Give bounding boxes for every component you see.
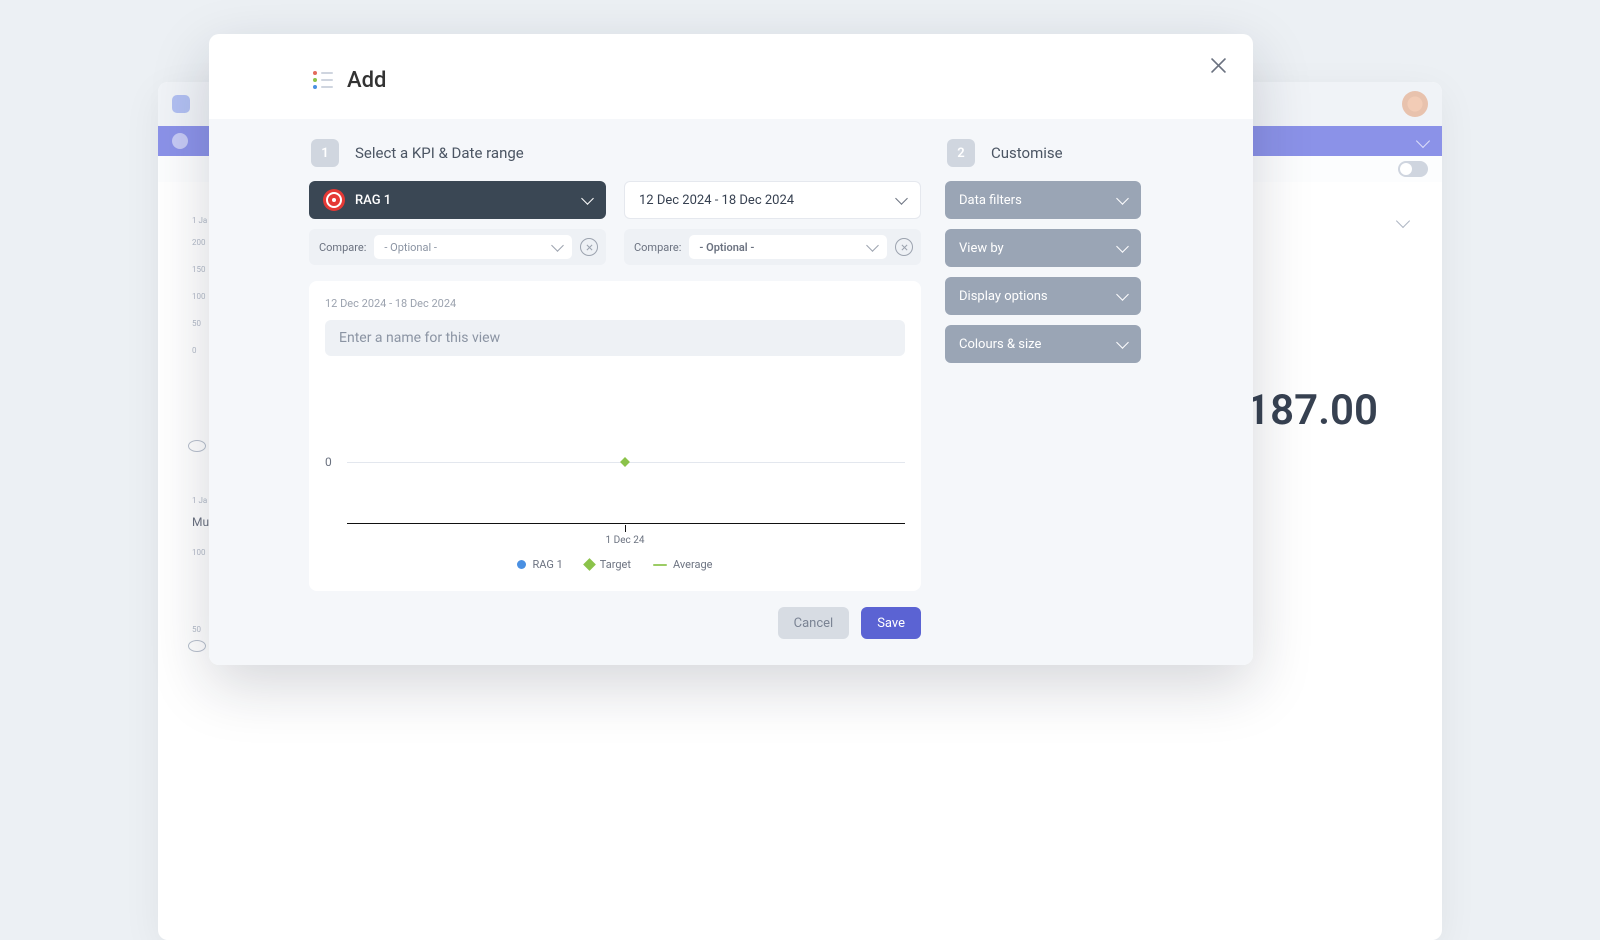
- bg-avatar: [1402, 91, 1428, 117]
- step-1-panel: 1 Select a KPI & Date range RAG 1 Compar…: [309, 129, 921, 639]
- compare-kpi-select[interactable]: - Optional -: [374, 235, 572, 259]
- close-icon: [901, 244, 908, 251]
- gear-icon: [172, 133, 188, 149]
- step-2-label: Customise: [991, 144, 1063, 162]
- date-range-select[interactable]: 12 Dec 2024 - 18 Dec 2024: [624, 181, 921, 219]
- close-icon: [586, 244, 593, 251]
- chevron-down-icon: [1116, 192, 1129, 205]
- list-icon: [313, 72, 333, 90]
- x-tick-label: 1 Dec 24: [606, 535, 645, 546]
- kpi-select[interactable]: RAG 1: [309, 181, 606, 219]
- clear-compare-date-button[interactable]: [895, 238, 913, 256]
- bg-toggle: [1398, 161, 1428, 177]
- chevron-down-icon: [895, 192, 908, 205]
- step-2-badge: 2: [947, 139, 975, 167]
- cancel-button[interactable]: Cancel: [778, 607, 850, 639]
- chevron-down-icon: [1116, 240, 1129, 253]
- add-modal: Add 1 Select a KPI & Date range RAG 1: [209, 34, 1253, 665]
- step-1-label: Select a KPI & Date range: [355, 144, 524, 162]
- save-button[interactable]: Save: [861, 607, 921, 639]
- chart-target-point: [620, 457, 630, 467]
- bg-logo: [172, 95, 190, 113]
- accordion-colours-size[interactable]: Colours & size: [945, 325, 1141, 363]
- compare-kpi-value: - Optional -: [384, 241, 437, 254]
- compare-label: Compare:: [319, 241, 366, 254]
- chart-x-tick: [625, 525, 626, 532]
- chevron-down-icon: [1116, 336, 1129, 349]
- legend-item: RAG 1: [517, 558, 562, 571]
- compare-date-select[interactable]: - Optional -: [689, 235, 887, 259]
- chevron-down-icon: [551, 239, 564, 252]
- chart-x-axis: [347, 523, 905, 524]
- target-icon: [323, 189, 345, 211]
- eye-icon: [188, 440, 206, 452]
- eye-icon: [188, 640, 206, 652]
- modal-title: Add: [347, 68, 386, 93]
- legend-marker-line: [653, 564, 667, 566]
- view-name-input[interactable]: [325, 320, 905, 356]
- kpi-select-value: RAG 1: [355, 193, 391, 208]
- step-2-panel: 2 Customise Data filters View by Display…: [945, 129, 1141, 639]
- chevron-down-icon: [1416, 134, 1430, 148]
- chart-legend: RAG 1 Target Average: [325, 558, 905, 571]
- legend-marker-diamond: [583, 558, 596, 571]
- preview-date-label: 12 Dec 2024 - 18 Dec 2024: [325, 297, 905, 310]
- legend-item: Average: [653, 558, 713, 571]
- close-button[interactable]: [1205, 52, 1231, 78]
- preview-chart: 0 1 Dec 24: [325, 376, 905, 548]
- date-range-value: 12 Dec 2024 - 18 Dec 2024: [639, 193, 794, 208]
- y-tick-label: 0: [325, 455, 332, 469]
- compare-date-value: - Optional -: [699, 241, 754, 254]
- legend-item: Target: [585, 558, 631, 571]
- modal-header: Add: [209, 64, 1253, 111]
- chevron-down-icon: [1116, 288, 1129, 301]
- close-icon: [1211, 58, 1226, 73]
- accordion-display-options[interactable]: Display options: [945, 277, 1141, 315]
- step-1-badge: 1: [311, 139, 339, 167]
- compare-label: Compare:: [634, 241, 681, 254]
- accordion-data-filters[interactable]: Data filters: [945, 181, 1141, 219]
- accordion-view-by[interactable]: View by: [945, 229, 1141, 267]
- chevron-down-icon: [866, 239, 879, 252]
- preview-card: 12 Dec 2024 - 18 Dec 2024 0 1 Dec 24: [309, 281, 921, 591]
- chevron-down-icon: [581, 192, 594, 205]
- legend-marker-circle: [517, 560, 526, 569]
- clear-compare-kpi-button[interactable]: [580, 238, 598, 256]
